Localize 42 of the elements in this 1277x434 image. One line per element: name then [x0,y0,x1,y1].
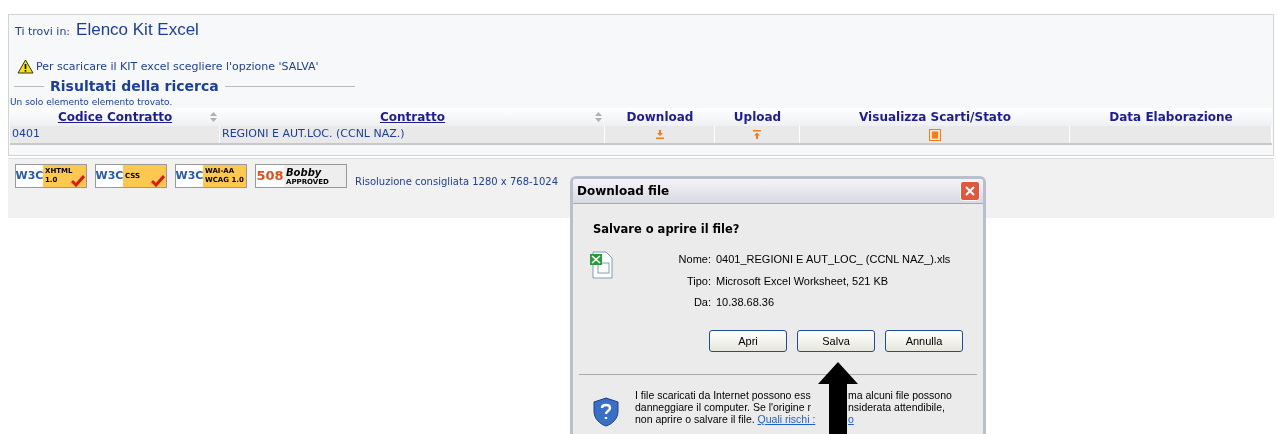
warning-text: danneggiare il computer. Se l'origine r [635,400,811,413]
column-sort-link[interactable]: Codice Contratto [57,108,173,126]
field-label: Tipo: [685,273,711,289]
field-label: Nome: [677,252,711,268]
breadcrumb-label: Ti trovi in: [15,24,71,40]
field-label: Da: [692,295,711,311]
result-count: Un solo elemento elemento trovato. [9,97,174,108]
upload-icon[interactable] [753,130,761,139]
shield-icon [593,396,619,427]
field-value: 0401_REGIONI E AUT_LOC_ (CCNL NAZ_).xls [716,252,951,268]
risks-link[interactable]: Quali rischi : [757,412,816,425]
close-icon [965,186,975,196]
column-header: Visualizza Scarti/Stato [859,109,1011,126]
field-value: 10.38.68.36 [716,295,775,311]
warning-text: non aprire o salvare il file. [635,412,755,425]
download-icon[interactable] [655,130,664,139]
table-cell: REGIONI E AUT.LOC. (CCNL NAZ.) [222,126,405,143]
sort-icon[interactable] [595,112,602,122]
sort-icon[interactable] [210,112,217,122]
warning-text: nsiderata attendibile, [848,400,945,413]
section-legend: Risultati della ricerca [44,76,225,97]
dialog-question: Salvare o aprire il file? [592,221,741,238]
dialog-title: Download file [577,183,670,200]
risks-link[interactable]: o [848,412,854,425]
warning-text: I file scaricati da Internet possono ess [635,388,811,401]
field-value: Microsoft Excel Worksheet, 521 KB [716,273,889,289]
notice-text: Per scaricare il KIT excel scegliere l'opzione 'SALVA' [36,58,319,75]
dialog-button[interactable]: Annulla [885,329,963,352]
breadcrumb-current: Elenco Kit Excel [76,19,199,41]
resolution-note: Risoluzione consigliata 1280 x 768-1024 [355,175,559,189]
dialog-button[interactable]: Apri [709,329,787,352]
warning-icon [17,59,34,75]
document-icon[interactable] [928,128,941,141]
column-header: Data Elaborazione [1109,109,1233,126]
warning-text: ma alcuni file possono [848,388,952,401]
table-cell: 0401 [12,126,40,143]
column-header: Upload [733,109,782,126]
column-header: Download [626,109,694,126]
excel-file-icon [589,251,613,280]
close-button[interactable] [960,181,980,201]
dialog-button[interactable]: Salva [797,329,875,352]
column-sort-link[interactable]: Contratto [379,108,446,126]
